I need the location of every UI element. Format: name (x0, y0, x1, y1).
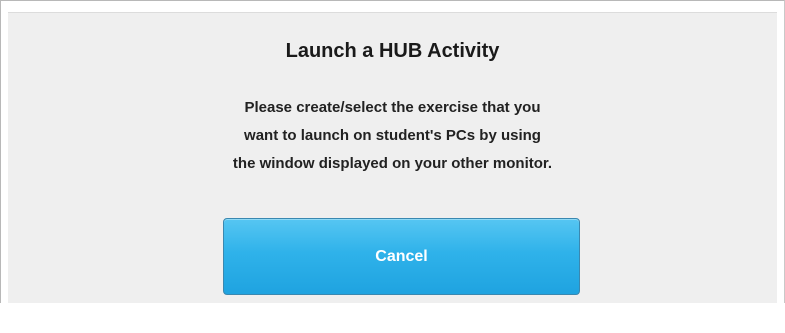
dialog-message: Please create/select the exercise that y… (8, 94, 777, 178)
message-line: want to launch on student's PCs by using (244, 127, 541, 144)
window-bottom-area (0, 303, 785, 333)
message-line: the window displayed on your other monit… (232, 155, 553, 172)
dialog-title: Launch a HUB Activity (285, 40, 500, 62)
cancel-button[interactable]: Cancel (223, 218, 580, 295)
launch-hub-activity-dialog: Launch a HUB Activity Please create/sele… (8, 12, 777, 303)
message-line: Please create/select the exercise that y… (244, 99, 541, 116)
cancel-button-label: Cancel (375, 247, 428, 265)
